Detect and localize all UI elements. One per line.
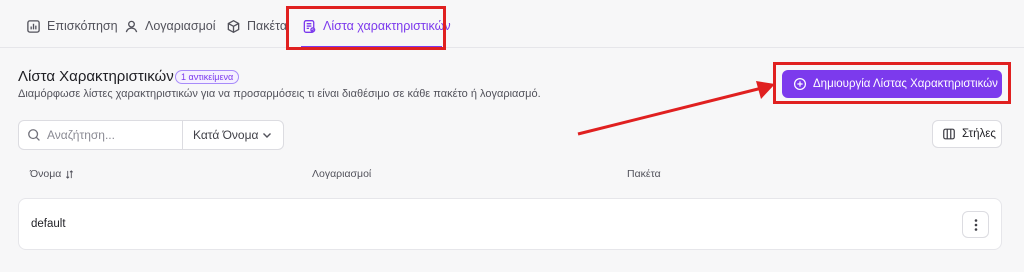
- annotation-box-tab: [286, 6, 446, 50]
- user-icon: [125, 20, 138, 32]
- column-header-packages: Πακέτα: [627, 168, 661, 180]
- more-vertical-icon: [974, 218, 977, 231]
- search-icon: [28, 129, 40, 141]
- tab-label: Πακέτα: [247, 19, 288, 33]
- column-header-label: Όνομα: [30, 168, 62, 180]
- row-name: default: [31, 218, 66, 230]
- column-header-label: Πακέτα: [627, 168, 661, 180]
- tab-bar: Επισκόπηση Λογαριασμοί Πακέτα Λίστα χαρα…: [0, 0, 1024, 48]
- page-description: Διαμόρφωσε λίστες χαρακτηριστικών για να…: [18, 88, 541, 100]
- chart-icon: [27, 19, 40, 33]
- sort-label: Κατά Όνομα: [193, 128, 259, 142]
- search-box: [19, 121, 183, 149]
- table-row[interactable]: default: [18, 198, 1002, 250]
- plus-circle-icon: [793, 77, 807, 91]
- tab-label: Επισκόπηση: [47, 19, 118, 33]
- sort-select[interactable]: Κατά Όνομα: [183, 121, 283, 149]
- package-icon: [227, 19, 240, 33]
- sort-icon: [66, 169, 74, 179]
- column-header-name[interactable]: Όνομα: [30, 168, 74, 180]
- tab-accounts[interactable]: Λογαριασμοί: [124, 14, 216, 38]
- column-header-accounts: Λογαριασμοί: [312, 168, 371, 180]
- columns-button[interactable]: Στήλες: [932, 120, 1002, 148]
- search-input[interactable]: [47, 128, 177, 142]
- annotation-arrow: [577, 81, 775, 136]
- columns-button-label: Στήλες: [962, 128, 996, 140]
- tab-label: Λογαριασμοί: [145, 19, 216, 33]
- create-feature-list-button[interactable]: Δημιουργία Λίστας Χαρακτηριστικών: [782, 70, 1002, 98]
- tab-packages[interactable]: Πακέτα: [226, 14, 287, 38]
- columns-icon: [943, 128, 955, 140]
- row-actions-button[interactable]: [962, 211, 989, 238]
- chevron-down-icon: [263, 133, 271, 138]
- create-button-label: Δημιουργία Λίστας Χαρακτηριστικών: [813, 78, 998, 90]
- tab-overview[interactable]: Επισκόπηση: [26, 14, 118, 38]
- column-header-label: Λογαριασμοί: [312, 168, 372, 180]
- search-sort-group: Κατά Όνομα: [18, 120, 284, 150]
- page-title: Λίστα Χαρακτηριστικών: [18, 68, 174, 85]
- count-badge: 1 αντικείμενα: [175, 70, 240, 84]
